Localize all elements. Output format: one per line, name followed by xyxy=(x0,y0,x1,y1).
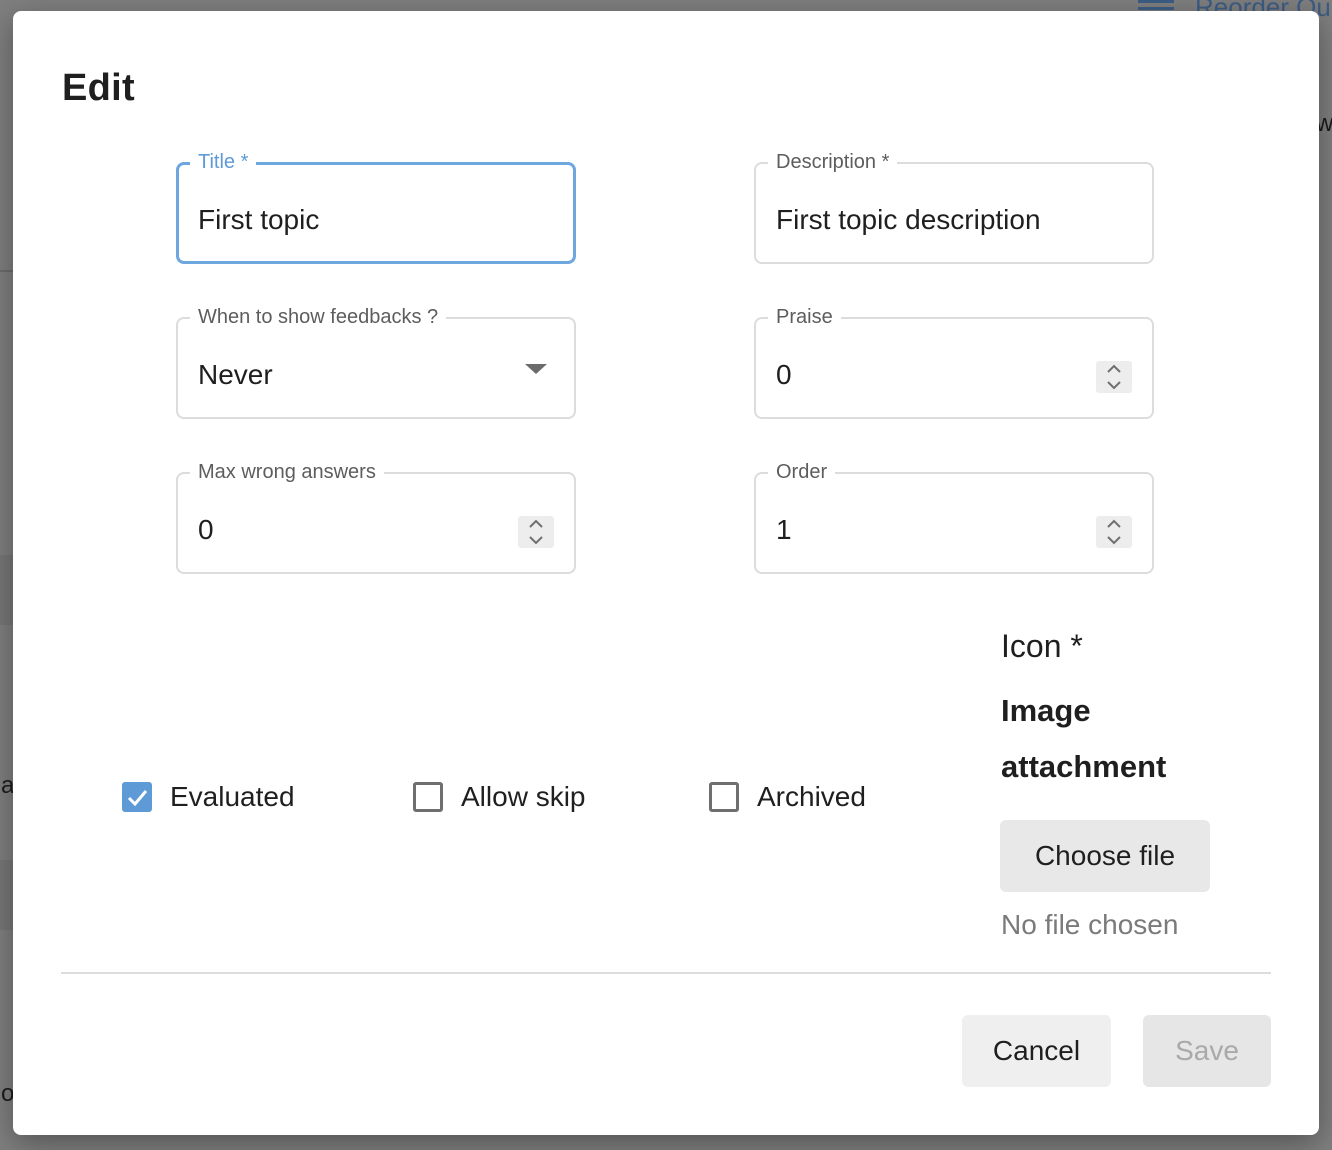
order-field[interactable]: Order 1 xyxy=(754,460,1154,574)
no-file-chosen-text: No file chosen xyxy=(1001,909,1179,940)
title-input[interactable]: First topic xyxy=(198,204,319,236)
background-divider xyxy=(0,270,13,272)
order-input[interactable]: 1 xyxy=(776,514,792,546)
description-label: Description * xyxy=(768,150,898,174)
unchecked-box-icon[interactable] xyxy=(413,782,443,812)
unchecked-box-icon[interactable] xyxy=(709,782,739,812)
evaluated-label: Evaluated xyxy=(170,781,295,812)
description-input[interactable]: First topic description xyxy=(776,204,1041,236)
edit-dialog: Edit Title * First topic Description * F… xyxy=(13,11,1319,1135)
checkmark-icon[interactable] xyxy=(122,782,152,812)
dropdown-arrow-icon[interactable] xyxy=(525,364,547,374)
cancel-button[interactable]: Cancel xyxy=(962,1015,1111,1087)
max-wrong-answers-label: Max wrong answers xyxy=(190,460,384,484)
praise-label: Praise xyxy=(768,305,841,329)
image-attachment-label: Image attachment xyxy=(1001,693,1167,784)
max-wrong-stepper-icon[interactable] xyxy=(518,516,554,548)
title-field[interactable]: Title * First topic xyxy=(176,150,576,264)
max-wrong-answers-input[interactable]: 0 xyxy=(198,514,214,546)
dialog-title: Edit xyxy=(62,67,135,109)
archived-checkbox[interactable]: Archived xyxy=(709,781,866,813)
evaluated-checkbox[interactable]: Evaluated xyxy=(122,781,295,813)
order-stepper-icon[interactable] xyxy=(1096,516,1132,548)
save-button[interactable]: Save xyxy=(1143,1015,1271,1087)
praise-stepper-icon[interactable] xyxy=(1096,361,1132,393)
title-label: Title * xyxy=(190,150,257,174)
praise-input[interactable]: 0 xyxy=(776,359,792,391)
feedback-selected-value: Never xyxy=(198,359,273,390)
background-panel xyxy=(0,555,13,625)
archived-label: Archived xyxy=(757,781,866,812)
order-label: Order xyxy=(768,460,836,484)
praise-field[interactable]: Praise 0 xyxy=(754,305,1154,419)
feedback-select[interactable]: When to show feedbacks ? Never xyxy=(176,305,576,419)
allow-skip-label: Allow skip xyxy=(461,781,586,812)
allow-skip-checkbox[interactable]: Allow skip xyxy=(413,781,585,813)
background-panel xyxy=(0,860,13,930)
max-wrong-answers-field[interactable]: Max wrong answers 0 xyxy=(176,460,576,574)
feedback-label: When to show feedbacks ? xyxy=(190,305,447,329)
icon-heading: Icon * xyxy=(1001,628,1083,664)
dialog-divider xyxy=(61,972,1271,974)
choose-file-button[interactable]: Choose file xyxy=(1000,820,1210,892)
description-field[interactable]: Description * First topic description xyxy=(754,150,1154,264)
